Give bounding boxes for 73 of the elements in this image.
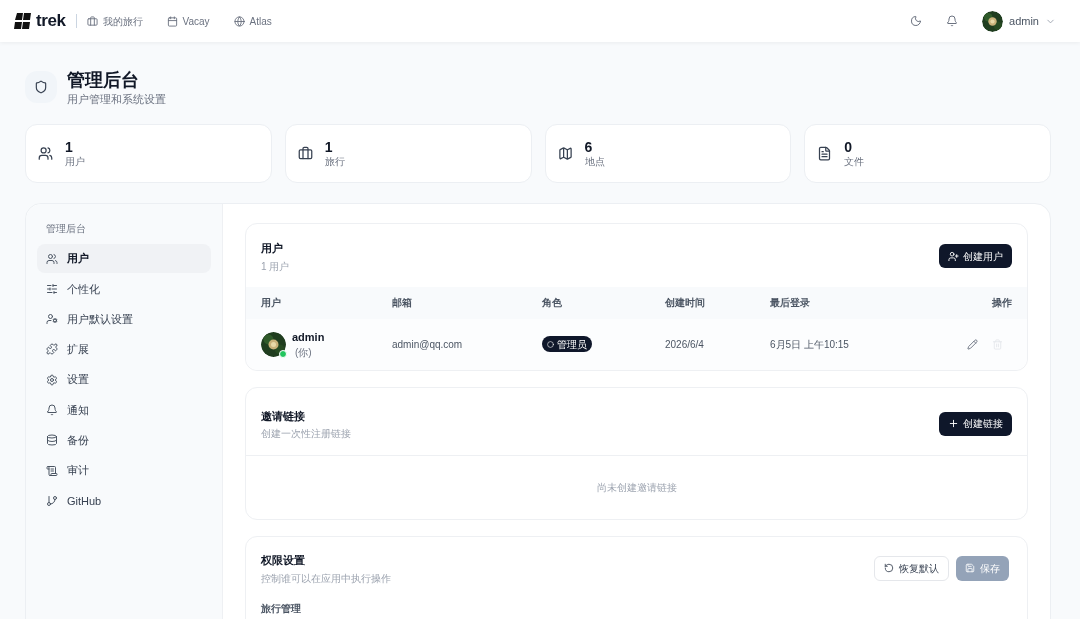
sidebar-item[interactable]: 审计 <box>37 456 211 486</box>
section-title: 用户 <box>261 241 284 256</box>
branch-icon <box>46 494 58 507</box>
plus-icon <box>948 418 959 430</box>
user-menu[interactable]: admin <box>982 10 1056 32</box>
users-icon <box>46 252 58 265</box>
you-label: (你) <box>295 345 313 359</box>
document-icon <box>817 146 833 161</box>
sidebar-item[interactable]: 用户 <box>37 244 211 273</box>
bell-icon <box>46 404 58 416</box>
section-title: 权限设置 <box>261 553 306 568</box>
column-header: 操作 <box>991 296 1012 310</box>
reset-icon <box>884 563 894 574</box>
section-subtitle: 1 用户 <box>261 259 290 273</box>
page-subtitle: 用户管理和系统设置 <box>67 92 166 106</box>
stat-label: 文件 <box>844 155 865 168</box>
scroll-icon <box>46 464 58 477</box>
sidebar-item[interactable]: 备份 <box>37 425 211 455</box>
users-icon <box>38 146 53 161</box>
puzzle-icon <box>46 343 58 356</box>
save-icon <box>965 563 975 574</box>
circle-icon <box>547 340 554 348</box>
create-user-button[interactable]: 创建用户 <box>939 244 1012 269</box>
page-title: 管理后台 <box>67 69 140 92</box>
sidebar-item[interactable]: 用户默认设置 <box>37 304 211 334</box>
table-cell-text: 2026/6/4 <box>665 337 705 352</box>
section-title: 邀请链接 <box>261 408 306 424</box>
nav-link[interactable]: Atlas <box>233 13 272 29</box>
user-gear-icon <box>46 313 58 326</box>
sliders-icon <box>46 282 58 295</box>
role-badge: 管理员 <box>542 336 592 352</box>
column-header: 创建时间 <box>665 296 706 310</box>
sidebar-item[interactable]: GitHub <box>37 486 211 516</box>
column-header: 用户 <box>261 296 282 310</box>
sidebar-item[interactable]: 设置 <box>37 365 211 395</box>
briefcase-icon <box>297 146 313 161</box>
database-icon <box>46 434 58 447</box>
nav-link[interactable]: Vacay <box>166 13 210 29</box>
group-heading: 旅行管理 <box>261 602 301 614</box>
stat-value: 6 <box>584 139 594 155</box>
edit-icon[interactable] <box>967 338 978 350</box>
sidebar-item[interactable]: 扩展 <box>37 334 211 364</box>
globe-icon <box>233 15 245 27</box>
stat-label: 用户 <box>65 155 85 168</box>
add-user-icon <box>948 250 959 262</box>
stat-label: 地点 <box>584 155 605 168</box>
sidebar-item[interactable]: 个性化 <box>37 274 211 304</box>
column-header: 角色 <box>542 296 563 310</box>
reset-button[interactable]: 恢复默认 <box>874 555 949 581</box>
brand-name: trek <box>36 10 66 33</box>
stat-value: 0 <box>844 139 854 155</box>
table-cell-text: 6月5日 上午10:15 <box>770 337 850 352</box>
sidebar-item[interactable]: 通知 <box>37 395 211 425</box>
shield-icon <box>34 80 48 94</box>
stat-value: 1 <box>65 139 74 155</box>
nav-link[interactable]: 我的旅行 <box>86 13 143 29</box>
calendar-icon <box>166 15 178 27</box>
briefcase-icon <box>86 15 98 27</box>
sidebar-heading: 管理后台 <box>45 222 87 236</box>
table-cell-text: admin@qq.com <box>392 337 464 352</box>
stat-label: 旅行 <box>324 155 345 168</box>
map-icon <box>557 146 573 161</box>
user-name: admin <box>292 330 325 346</box>
empty-message: 尚未创建邀请链接 <box>596 481 677 495</box>
stat-value: 1 <box>324 139 334 155</box>
moon-icon[interactable] <box>910 15 923 27</box>
settings-icon <box>46 373 58 386</box>
column-header: 邮箱 <box>392 296 413 310</box>
section-subtitle: 控制谁可以在应用中执行操作 <box>261 571 391 585</box>
logo-icon <box>14 13 32 29</box>
column-header: 最后登录 <box>770 296 811 310</box>
create-link-button[interactable]: 创建链接 <box>939 411 1012 436</box>
notification-icon[interactable] <box>946 15 959 27</box>
